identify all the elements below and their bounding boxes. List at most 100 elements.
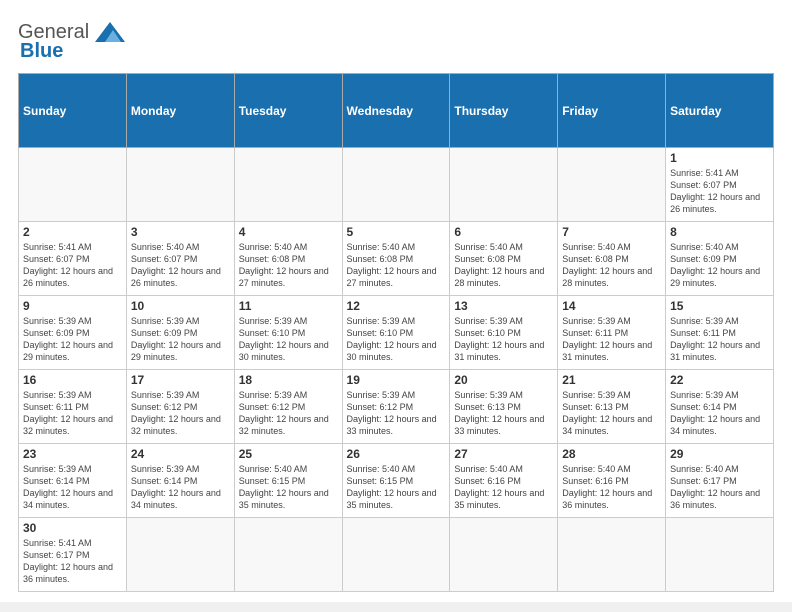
day-cell: 24 Sunrise: 5:39 AM Sunset: 6:14 PM Dayli… [126,444,234,518]
day-number: 10 [131,299,230,313]
day-cell: 14Sunrise: 5:39 AM Sunset: 6:11 PM Dayli… [558,296,666,370]
day-number: 22 [670,373,769,387]
day-number: 2 [23,225,122,239]
day-cell [342,148,450,222]
day-cell [234,518,342,592]
day-info: Sunrise: 5:40 AM Sunset: 6:15 PM Dayligh… [239,463,338,512]
day-info: Sunrise: 5:40 AM Sunset: 6:09 PM Dayligh… [670,241,769,290]
day-number: 21 [562,373,661,387]
weekday-header-wednesday: Wednesday [342,74,450,148]
day-cell: 6Sunrise: 5:40 AM Sunset: 6:08 PM Daylig… [450,222,558,296]
day-info: Sunrise: 5:39 AM Sunset: 6:12 PM Dayligh… [131,389,230,438]
day-info: Sunrise: 5:39 AM Sunset: 6:10 PM Dayligh… [347,315,446,364]
day-info: Sunrise: 5:40 AM Sunset: 6:07 PM Dayligh… [131,241,230,290]
day-cell: 3 Sunrise: 5:40 AM Sunset: 6:07 PM Daylig… [126,222,234,296]
day-cell: 29Sunrise: 5:40 AM Sunset: 6:17 PM Dayli… [666,444,774,518]
day-info: Sunrise: 5:39 AM Sunset: 6:11 PM Dayligh… [670,315,769,364]
logo-icon [91,18,129,46]
day-info: Sunrise: 5:39 AM Sunset: 6:10 PM Dayligh… [239,315,338,364]
day-number: 8 [670,225,769,239]
day-number: 3 [131,225,230,239]
day-cell: 23 Sunrise: 5:39 AM Sunset: 6:14 PM Dayli… [19,444,127,518]
day-cell: 7Sunrise: 5:40 AM Sunset: 6:08 PM Daylig… [558,222,666,296]
day-info: Sunrise: 5:40 AM Sunset: 6:17 PM Dayligh… [670,463,769,512]
day-number: 12 [347,299,446,313]
day-cell: 19Sunrise: 5:39 AM Sunset: 6:12 PM Dayli… [342,370,450,444]
week-row-3: 9 Sunrise: 5:39 AM Sunset: 6:09 PM Daylig… [19,296,774,370]
weekday-header-monday: Monday [126,74,234,148]
page: General Blue SundayMondayTuesdayWednesda… [0,0,792,602]
calendar: SundayMondayTuesdayWednesdayThursdayFrid… [18,73,774,592]
weekday-header-saturday: Saturday [666,74,774,148]
day-cell: 8 Sunrise: 5:40 AM Sunset: 6:09 PM Daylig… [666,222,774,296]
day-info: Sunrise: 5:41 AM Sunset: 6:07 PM Dayligh… [670,167,769,216]
day-cell: 22 Sunrise: 5:39 AM Sunset: 6:14 PM Dayli… [666,370,774,444]
day-info: Sunrise: 5:39 AM Sunset: 6:14 PM Dayligh… [23,463,122,512]
day-cell [234,148,342,222]
day-info: Sunrise: 5:39 AM Sunset: 6:09 PM Dayligh… [131,315,230,364]
day-info: Sunrise: 5:39 AM Sunset: 6:12 PM Dayligh… [347,389,446,438]
day-number: 9 [23,299,122,313]
day-info: Sunrise: 5:39 AM Sunset: 6:10 PM Dayligh… [454,315,553,364]
day-number: 25 [239,447,338,461]
day-cell [666,518,774,592]
day-info: Sunrise: 5:40 AM Sunset: 6:08 PM Dayligh… [239,241,338,290]
day-cell: 13 Sunrise: 5:39 AM Sunset: 6:10 PM Dayli… [450,296,558,370]
day-cell: 25 Sunrise: 5:40 AM Sunset: 6:15 PM Dayli… [234,444,342,518]
day-info: Sunrise: 5:39 AM Sunset: 6:14 PM Dayligh… [131,463,230,512]
day-cell [450,518,558,592]
day-number: 24 [131,447,230,461]
day-cell [450,148,558,222]
day-number: 5 [347,225,446,239]
day-number: 28 [562,447,661,461]
day-info: Sunrise: 5:39 AM Sunset: 6:11 PM Dayligh… [562,315,661,364]
day-cell: 9 Sunrise: 5:39 AM Sunset: 6:09 PM Daylig… [19,296,127,370]
day-cell: 4 Sunrise: 5:40 AM Sunset: 6:08 PM Daylig… [234,222,342,296]
day-cell: 12 Sunrise: 5:39 AM Sunset: 6:10 PM Dayli… [342,296,450,370]
day-number: 13 [454,299,553,313]
day-cell: 20 Sunrise: 5:39 AM Sunset: 6:13 PM Dayli… [450,370,558,444]
week-row-5: 23 Sunrise: 5:39 AM Sunset: 6:14 PM Dayli… [19,444,774,518]
day-cell: 2 Sunrise: 5:41 AM Sunset: 6:07 PM Daylig… [19,222,127,296]
header: General Blue [18,18,774,63]
logo: General Blue [18,18,129,63]
day-number: 4 [239,225,338,239]
day-cell: 11Sunrise: 5:39 AM Sunset: 6:10 PM Dayli… [234,296,342,370]
weekday-header-sunday: Sunday [19,74,127,148]
weekday-header-tuesday: Tuesday [234,74,342,148]
weekday-header-row: SundayMondayTuesdayWednesdayThursdayFrid… [19,74,774,148]
day-info: Sunrise: 5:39 AM Sunset: 6:09 PM Dayligh… [23,315,122,364]
day-info: Sunrise: 5:40 AM Sunset: 6:15 PM Dayligh… [347,463,446,512]
day-info: Sunrise: 5:39 AM Sunset: 6:14 PM Dayligh… [670,389,769,438]
day-info: Sunrise: 5:41 AM Sunset: 6:17 PM Dayligh… [23,537,122,586]
day-cell: 16Sunrise: 5:39 AM Sunset: 6:11 PM Dayli… [19,370,127,444]
day-cell: 21Sunrise: 5:39 AM Sunset: 6:13 PM Dayli… [558,370,666,444]
day-number: 15 [670,299,769,313]
day-cell: 27Sunrise: 5:40 AM Sunset: 6:16 PM Dayli… [450,444,558,518]
day-info: Sunrise: 5:40 AM Sunset: 6:08 PM Dayligh… [347,241,446,290]
day-info: Sunrise: 5:40 AM Sunset: 6:16 PM Dayligh… [562,463,661,512]
day-cell [342,518,450,592]
day-number: 23 [23,447,122,461]
week-row-4: 16Sunrise: 5:39 AM Sunset: 6:11 PM Dayli… [19,370,774,444]
day-cell: 5 Sunrise: 5:40 AM Sunset: 6:08 PM Daylig… [342,222,450,296]
day-cell [558,148,666,222]
day-number: 18 [239,373,338,387]
day-number: 20 [454,373,553,387]
week-row-1: 1Sunrise: 5:41 AM Sunset: 6:07 PM Daylig… [19,148,774,222]
day-number: 30 [23,521,122,535]
day-info: Sunrise: 5:39 AM Sunset: 6:12 PM Dayligh… [239,389,338,438]
day-cell: 15 Sunrise: 5:39 AM Sunset: 6:11 PM Dayli… [666,296,774,370]
weekday-header-thursday: Thursday [450,74,558,148]
day-number: 7 [562,225,661,239]
day-cell: 30 Sunrise: 5:41 AM Sunset: 6:17 PM Dayli… [19,518,127,592]
day-info: Sunrise: 5:39 AM Sunset: 6:13 PM Dayligh… [454,389,553,438]
day-number: 16 [23,373,122,387]
day-cell [19,148,127,222]
day-cell [558,518,666,592]
weekday-header-friday: Friday [558,74,666,148]
day-number: 27 [454,447,553,461]
day-info: Sunrise: 5:41 AM Sunset: 6:07 PM Dayligh… [23,241,122,290]
week-row-2: 2 Sunrise: 5:41 AM Sunset: 6:07 PM Daylig… [19,222,774,296]
day-cell [126,518,234,592]
